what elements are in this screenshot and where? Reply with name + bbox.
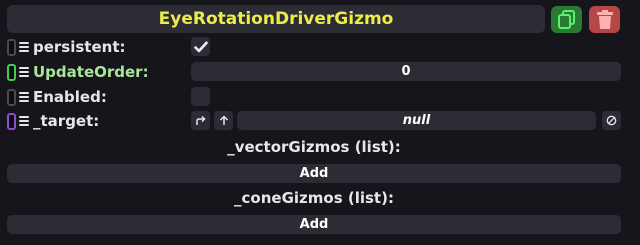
- cone-gizmos-list-header: _coneGizmos (list):: [234, 189, 394, 207]
- field-label-persistent: persistent:: [33, 38, 126, 56]
- persistent-checkbox[interactable]: [191, 37, 210, 56]
- drag-handle[interactable]: [7, 89, 16, 106]
- vector-gizmos-list-header: _vectorGizmos (list):: [227, 138, 401, 156]
- trash-icon: [596, 10, 613, 29]
- field-label-target: _target:: [33, 112, 100, 130]
- checkmark-icon: [193, 41, 208, 52]
- enabled-checkbox[interactable]: [191, 87, 210, 106]
- menu-icon[interactable]: [19, 92, 29, 102]
- clear-reference-button[interactable]: [602, 111, 621, 130]
- drag-handle[interactable]: [7, 113, 16, 130]
- field-row-enabled: Enabled:: [0, 85, 640, 109]
- inspector-panel: EyeRotationDriverGizmo persistent: Updat…: [0, 0, 640, 245]
- field-label-update-order: UpdateOrder:: [33, 63, 149, 81]
- target-reference-field[interactable]: null: [237, 111, 596, 130]
- update-order-input[interactable]: 0: [191, 62, 621, 81]
- null-icon: [606, 115, 617, 126]
- menu-icon[interactable]: [19, 67, 29, 77]
- field-row-target: _target: null: [0, 109, 640, 133]
- arrow-up-icon: [219, 115, 228, 125]
- go-to-parent-button[interactable]: [214, 111, 233, 130]
- duplicate-icon: [557, 9, 575, 29]
- menu-icon[interactable]: [19, 42, 29, 52]
- field-label-enabled: Enabled:: [33, 88, 107, 106]
- component-title: EyeRotationDriverGizmo: [7, 5, 545, 33]
- field-row-update-order: UpdateOrder: 0: [0, 60, 640, 84]
- cone-gizmos-add-button[interactable]: Add: [7, 215, 621, 234]
- jump-to-icon: [196, 115, 206, 125]
- field-row-persistent: persistent:: [0, 35, 640, 59]
- drag-handle[interactable]: [7, 39, 16, 56]
- vector-gizmos-add-button[interactable]: Add: [7, 164, 621, 183]
- jump-to-button[interactable]: [191, 111, 210, 130]
- duplicate-button[interactable]: [551, 6, 582, 33]
- menu-icon[interactable]: [19, 116, 29, 126]
- delete-button[interactable]: [589, 6, 620, 33]
- drag-handle[interactable]: [7, 64, 16, 81]
